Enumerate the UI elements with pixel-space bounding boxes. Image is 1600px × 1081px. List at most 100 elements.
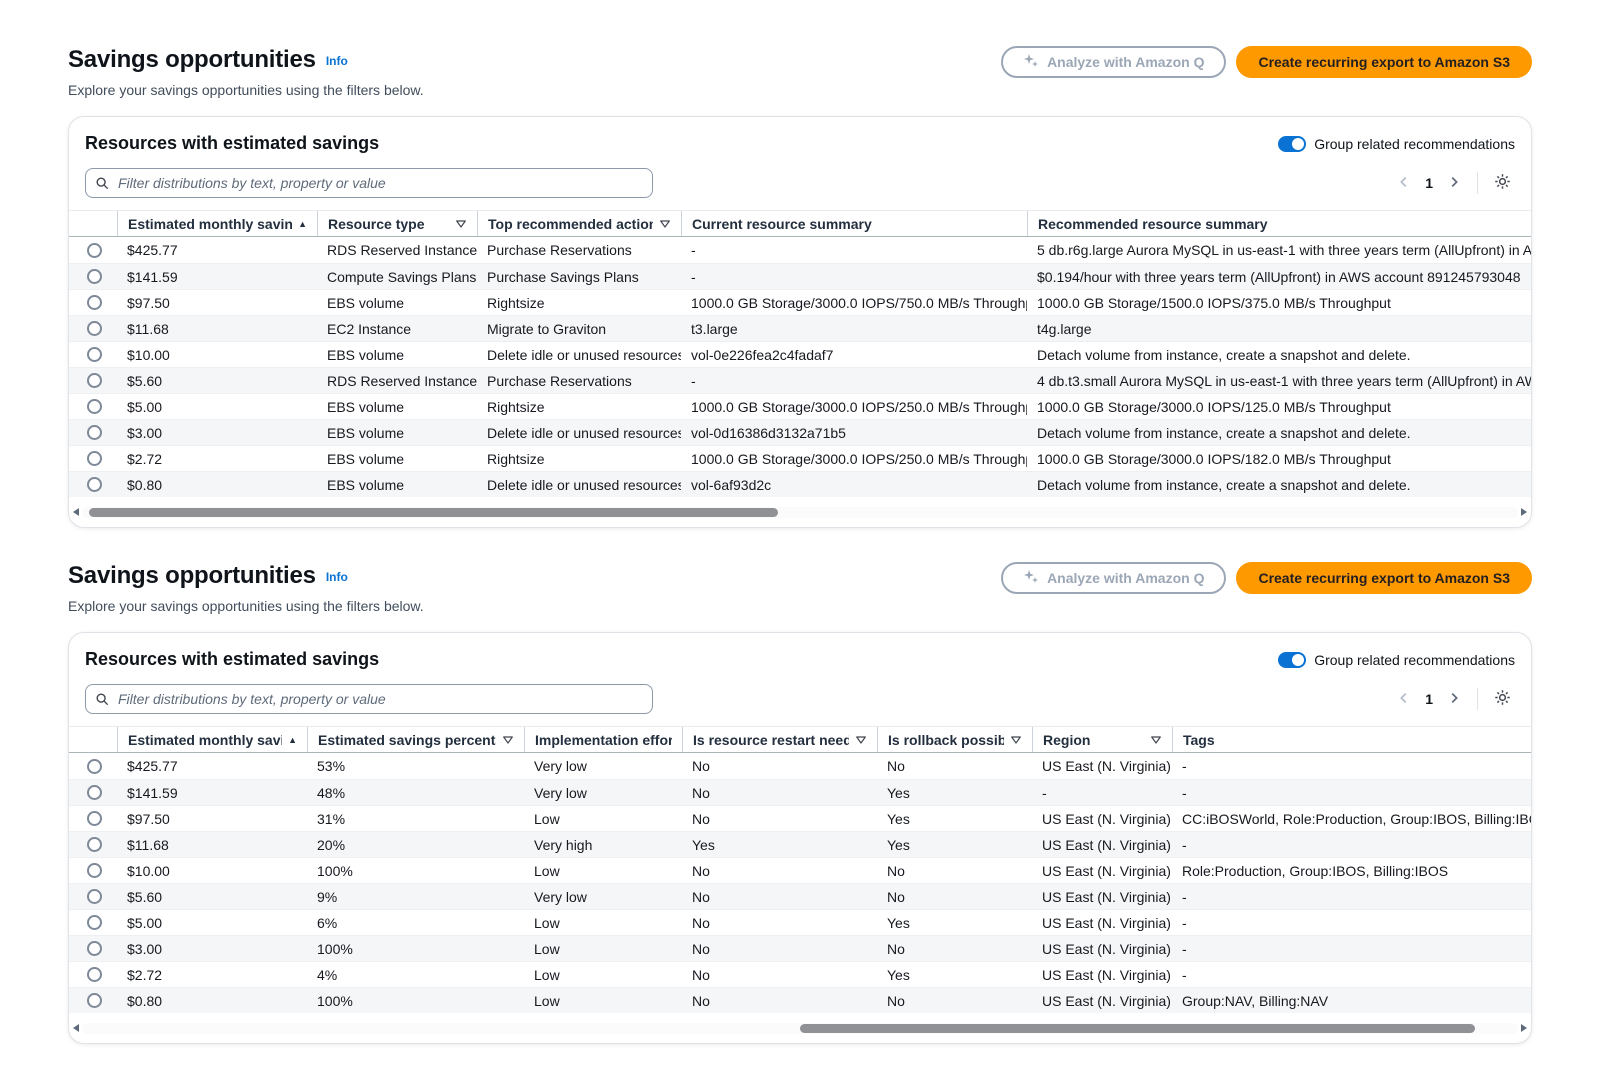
- horizontal-scrollbar[interactable]: [69, 505, 1531, 519]
- row-radio-button[interactable]: [87, 941, 102, 956]
- table-row[interactable]: $11.68EC2 InstanceMigrate to Gravitont3.…: [69, 315, 1531, 341]
- analyze-with-amazon-q-button[interactable]: Analyze with Amazon Q: [1001, 46, 1226, 78]
- row-radio-button[interactable]: [87, 373, 102, 388]
- table-row[interactable]: $141.59Compute Savings PlansPurchase Sav…: [69, 263, 1531, 289]
- cell-tags: Role:Production, Group:IBOS, Billing:IBO…: [1172, 863, 1531, 879]
- group-recommendations-toggle[interactable]: [1278, 136, 1306, 152]
- row-radio-button[interactable]: [87, 425, 102, 440]
- filter-icon[interactable]: [1144, 734, 1162, 746]
- row-radio-button[interactable]: [87, 889, 102, 904]
- row-radio-button[interactable]: [87, 863, 102, 878]
- scroll-left-arrow[interactable]: [73, 1024, 79, 1032]
- column-header-current-resource-summary[interactable]: Current resource summary: [681, 211, 1027, 236]
- scrollbar-thumb[interactable]: [800, 1024, 1475, 1033]
- row-radio-button[interactable]: [87, 243, 102, 258]
- table-body: $425.77RDS Reserved InstancesPurchase Re…: [69, 237, 1531, 497]
- table-row[interactable]: $97.50EBS volumeRightsize1000.0 GB Stora…: [69, 289, 1531, 315]
- column-header-implementation-effort[interactable]: Implementation effort: [524, 727, 682, 752]
- scrollbar-track[interactable]: [82, 1023, 1518, 1034]
- row-radio-button[interactable]: [87, 451, 102, 466]
- table-row[interactable]: $3.00EBS volumeDelete idle or unused res…: [69, 419, 1531, 445]
- column-header-top-recommended-action[interactable]: Top recommended action: [477, 211, 681, 236]
- cell-is-resource-restart-needed: No: [682, 915, 877, 931]
- column-header-tags[interactable]: Tags: [1172, 727, 1531, 752]
- column-header-is-resource-restart-needed[interactable]: Is resource restart needed: [682, 727, 877, 752]
- create-recurring-export-button[interactable]: Create recurring export to Amazon S3: [1236, 562, 1532, 594]
- next-page-button[interactable]: [1443, 171, 1465, 196]
- column-header-recommended-resource-summary[interactable]: Recommended resource summary: [1027, 211, 1531, 236]
- info-link[interactable]: Info: [326, 54, 348, 68]
- row-radio-button[interactable]: [87, 347, 102, 362]
- create-recurring-export-button[interactable]: Create recurring export to Amazon S3: [1236, 46, 1532, 78]
- filter-icon[interactable]: [449, 218, 467, 230]
- page-number[interactable]: 1: [1419, 175, 1439, 191]
- table-row[interactable]: $2.724%LowNoYesUS East (N. Virginia)-: [69, 961, 1531, 987]
- column-header-estimated-monthly-savings[interactable]: Estimated monthly savings▲: [117, 211, 317, 236]
- column-header-estimated-savings-percentage[interactable]: Estimated savings percentage: [307, 727, 524, 752]
- cell-recommended-resource-summary: $0.194/hour with three years term (AllUp…: [1027, 269, 1531, 285]
- row-radio-button[interactable]: [87, 295, 102, 310]
- row-radio-button[interactable]: [87, 759, 102, 774]
- analyze-with-amazon-q-button[interactable]: Analyze with Amazon Q: [1001, 562, 1226, 594]
- table-row[interactable]: $425.7753%Very lowNoNoUS East (N. Virgin…: [69, 753, 1531, 779]
- row-radio-button[interactable]: [87, 993, 102, 1008]
- info-link[interactable]: Info: [326, 570, 348, 584]
- cell-is-rollback-possible: No: [877, 863, 1032, 879]
- cell-estimated-monthly-savings: $3.00: [117, 941, 307, 957]
- table-row[interactable]: $0.80EBS volumeDelete idle or unused res…: [69, 471, 1531, 497]
- next-page-button[interactable]: [1443, 687, 1465, 712]
- table-row[interactable]: $141.5948%Very lowNoYes--: [69, 779, 1531, 805]
- row-radio-button[interactable]: [87, 837, 102, 852]
- table-row[interactable]: $97.5031%LowNoYesUS East (N. Virginia)CC…: [69, 805, 1531, 831]
- scroll-right-arrow[interactable]: [1521, 508, 1527, 516]
- column-header-resource-type[interactable]: Resource type: [317, 211, 477, 236]
- previous-page-button[interactable]: [1393, 687, 1415, 712]
- table-row[interactable]: $425.77RDS Reserved InstancesPurchase Re…: [69, 237, 1531, 263]
- row-radio-button[interactable]: [87, 811, 102, 826]
- table-row[interactable]: $5.60RDS Reserved InstancesPurchase Rese…: [69, 367, 1531, 393]
- row-radio-button[interactable]: [87, 915, 102, 930]
- table-row[interactable]: $3.00100%LowNoNoUS East (N. Virginia)-: [69, 935, 1531, 961]
- table-row[interactable]: $5.006%LowNoYesUS East (N. Virginia)-: [69, 909, 1531, 935]
- filter-icon[interactable]: [1004, 734, 1022, 746]
- column-header-region[interactable]: Region: [1032, 727, 1172, 752]
- column-header-estimated-monthly-savings[interactable]: Estimated monthly savings▲: [117, 727, 307, 752]
- row-radio-button[interactable]: [87, 477, 102, 492]
- filter-icon[interactable]: [653, 218, 671, 230]
- filter-input[interactable]: [85, 684, 653, 714]
- row-select-cell: [69, 243, 117, 258]
- table-row[interactable]: $2.72EBS volumeRightsize1000.0 GB Storag…: [69, 445, 1531, 471]
- cell-top-recommended-action: Purchase Reservations: [477, 373, 681, 389]
- filter-input[interactable]: [85, 168, 653, 198]
- column-header-is-rollback-possible[interactable]: Is rollback possible: [877, 727, 1032, 752]
- scrollbar-thumb[interactable]: [89, 508, 778, 517]
- row-radio-button[interactable]: [87, 321, 102, 336]
- row-radio-button[interactable]: [87, 785, 102, 800]
- table-row[interactable]: $10.00100%LowNoNoUS East (N. Virginia)Ro…: [69, 857, 1531, 883]
- table-row[interactable]: $5.609%Very lowNoNoUS East (N. Virginia)…: [69, 883, 1531, 909]
- search-icon: [95, 692, 109, 711]
- column-label: Implementation effort: [535, 732, 672, 748]
- table-row[interactable]: $0.80100%LowNoNoUS East (N. Virginia)Gro…: [69, 987, 1531, 1013]
- table-settings-button[interactable]: [1490, 685, 1515, 713]
- row-radio-button[interactable]: [87, 399, 102, 414]
- scroll-right-arrow[interactable]: [1521, 1024, 1527, 1032]
- table-row[interactable]: $5.00EBS volumeRightsize1000.0 GB Storag…: [69, 393, 1531, 419]
- row-radio-button[interactable]: [87, 269, 102, 284]
- table-row[interactable]: $10.00EBS volumeDelete idle or unused re…: [69, 341, 1531, 367]
- scrollbar-track[interactable]: [82, 507, 1518, 518]
- scroll-left-arrow[interactable]: [73, 508, 79, 516]
- row-radio-button[interactable]: [87, 967, 102, 982]
- filter-icon[interactable]: [849, 734, 867, 746]
- group-recommendations-toggle[interactable]: [1278, 652, 1306, 668]
- table-settings-button[interactable]: [1490, 169, 1515, 197]
- sort-ascending-icon[interactable]: ▲: [282, 735, 297, 745]
- filter-icon[interactable]: [496, 734, 514, 746]
- cell-estimated-monthly-savings: $425.77: [117, 242, 317, 258]
- cell-estimated-monthly-savings: $2.72: [117, 451, 317, 467]
- previous-page-button[interactable]: [1393, 171, 1415, 196]
- horizontal-scrollbar[interactable]: [69, 1021, 1531, 1035]
- table-row[interactable]: $11.6820%Very highYesYesUS East (N. Virg…: [69, 831, 1531, 857]
- page-number[interactable]: 1: [1419, 691, 1439, 707]
- sort-ascending-icon[interactable]: ▲: [292, 219, 307, 229]
